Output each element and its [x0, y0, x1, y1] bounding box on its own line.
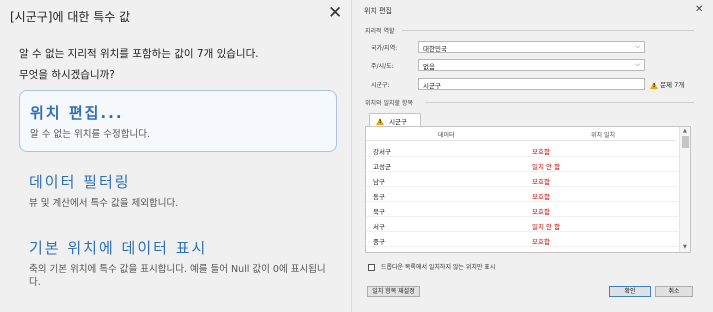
cell-location-match[interactable]: 모호함 — [532, 191, 550, 201]
option-title: 기본 위치에 데이터 표시 — [29, 239, 208, 257]
edit-locations-dialog: 위치 편집 ✕ 지리적 역할 국가/지역: 대한민국 ⌵ 주/시/도: 없음 ⌵… — [351, 0, 713, 312]
filter-data-option[interactable]: 데이터 필터링 뷰 및 계산에서 특수 값을 제외합니다. — [19, 171, 337, 210]
cell-location-match[interactable]: 가평군 — [532, 251, 550, 252]
section-divider — [402, 30, 694, 31]
cell-data: 북구 — [373, 208, 385, 216]
table-row[interactable]: 고성군 일치 안 함 — [366, 157, 678, 172]
cell-data: 동구 — [373, 193, 385, 201]
scroll-up-icon[interactable]: ▲ — [683, 128, 687, 134]
cell-data: 강서구 — [373, 148, 391, 156]
country-select[interactable]: 대한민국 ⌵ — [418, 41, 645, 53]
checkbox-label: 드롭다운 목록에서 일치하지 않는 위치만 표시 — [380, 264, 496, 271]
edit-locations-option[interactable]: 위치 편집... 알 수 없는 위치를 수정합니다. — [19, 90, 337, 152]
cell-data: 서구 — [373, 223, 385, 231]
message-line: 알 수 없는 지리적 위치를 포함하는 값이 7개 있습니다. — [19, 48, 259, 60]
cell-data: 가평군 — [373, 251, 391, 252]
problem-count-text: 문제 7개 — [660, 81, 685, 89]
chevron-down-icon: ⌵ — [635, 61, 640, 68]
option-description: 축의 기본 위치에 특수 값을 표시합니다. 예를 들어 Null 값이 0에 … — [29, 264, 326, 288]
problem-count[interactable]: 문제 7개 — [650, 79, 684, 89]
cell-location-match[interactable]: 일치 안 함 — [532, 161, 560, 171]
table-row[interactable]: 중구 모호함 — [366, 232, 678, 247]
state-select[interactable]: 없음 ⌵ — [418, 59, 645, 71]
column-header-data[interactable]: 데이터 — [438, 130, 455, 139]
close-icon[interactable]: ✕ — [695, 4, 703, 15]
table-row[interactable]: 동구 모호함 — [366, 187, 678, 202]
district-label: 시군구: — [371, 82, 390, 89]
table-row[interactable]: 서구 일치 안 함 — [366, 217, 678, 232]
checkbox-box[interactable] — [368, 264, 375, 271]
reset-matches-button[interactable]: 일치 항목 재설정 — [367, 286, 420, 297]
warning-icon — [650, 81, 658, 89]
option-title: 데이터 필터링 — [29, 173, 131, 191]
unmatched-only-checkbox[interactable]: 드롭다운 목록에서 일치하지 않는 위치만 표시 — [368, 262, 495, 271]
option-title: 위치 편집... — [30, 104, 124, 122]
cell-location-match[interactable]: 모호함 — [532, 176, 550, 186]
dialog-title: 위치 편집 — [364, 7, 392, 15]
chevron-down-icon: ⌵ — [635, 43, 640, 50]
option-description: 뷰 및 계산에서 특수 값을 제외합니다. — [29, 198, 179, 209]
scroll-down-icon[interactable]: ▼ — [683, 244, 687, 250]
question-line: 무엇을 하시겠습니까? — [19, 69, 115, 81]
table-row[interactable]: 가평군 가평군 — [366, 247, 678, 252]
show-default-location-option[interactable]: 기본 위치에 데이터 표시 축의 기본 위치에 특수 값을 표시합니다. 예를 … — [19, 237, 337, 289]
column-header-location[interactable]: 위치 일치 — [591, 130, 615, 139]
cell-data: 중구 — [373, 238, 385, 246]
ok-button[interactable]: 확인 — [609, 286, 651, 297]
tab-district[interactable]: 시군구 — [369, 113, 421, 127]
state-value: 없음 — [423, 63, 435, 71]
country-label: 국가/지역: — [371, 45, 398, 52]
cell-data: 남구 — [373, 178, 385, 186]
cell-location-match[interactable]: 일치 안 함 — [532, 221, 560, 231]
cancel-button[interactable]: 취소 — [655, 286, 693, 297]
special-values-dialog: [시군구]에 대한 특수 값 ✕ 알 수 없는 지리적 위치를 포함하는 값이 … — [0, 0, 351, 312]
close-icon[interactable]: ✕ — [328, 4, 342, 22]
matching-section-label: 위치와 일치할 항목 — [365, 100, 413, 107]
table-row[interactable]: 북구 모호함 — [366, 202, 678, 217]
scrollbar[interactable]: ▲ ▼ — [679, 127, 690, 252]
geo-role-section-label: 지리적 역할 — [365, 28, 395, 35]
tab-label: 시군구 — [389, 118, 408, 126]
cell-location-match[interactable]: 모호함 — [532, 146, 550, 156]
country-value: 대한민국 — [423, 45, 447, 53]
state-label: 주/시/도: — [371, 63, 394, 70]
section-divider — [425, 102, 694, 103]
option-description: 알 수 없는 위치를 수정합니다. — [30, 129, 150, 140]
table-row[interactable]: 강서구 모호함 — [366, 142, 678, 157]
district-field[interactable]: 시군구 — [418, 78, 645, 90]
scroll-thumb[interactable] — [682, 136, 689, 148]
cell-location-match[interactable]: 모호함 — [532, 206, 550, 216]
dialog-title: [시군구]에 대한 특수 값 — [10, 10, 131, 24]
location-match-table: 데이터 위치 일치 강서구 모호함 고성군 일치 안 함 남구 모호함 동구 모호함 북구 모호함… — [365, 126, 691, 253]
cell-data: 고성군 — [373, 163, 391, 171]
warning-icon — [376, 117, 384, 125]
table-header: 데이터 위치 일치 — [366, 127, 676, 141]
table-row[interactable]: 남구 모호함 — [366, 172, 678, 187]
cell-location-match[interactable]: 모호함 — [532, 236, 550, 246]
